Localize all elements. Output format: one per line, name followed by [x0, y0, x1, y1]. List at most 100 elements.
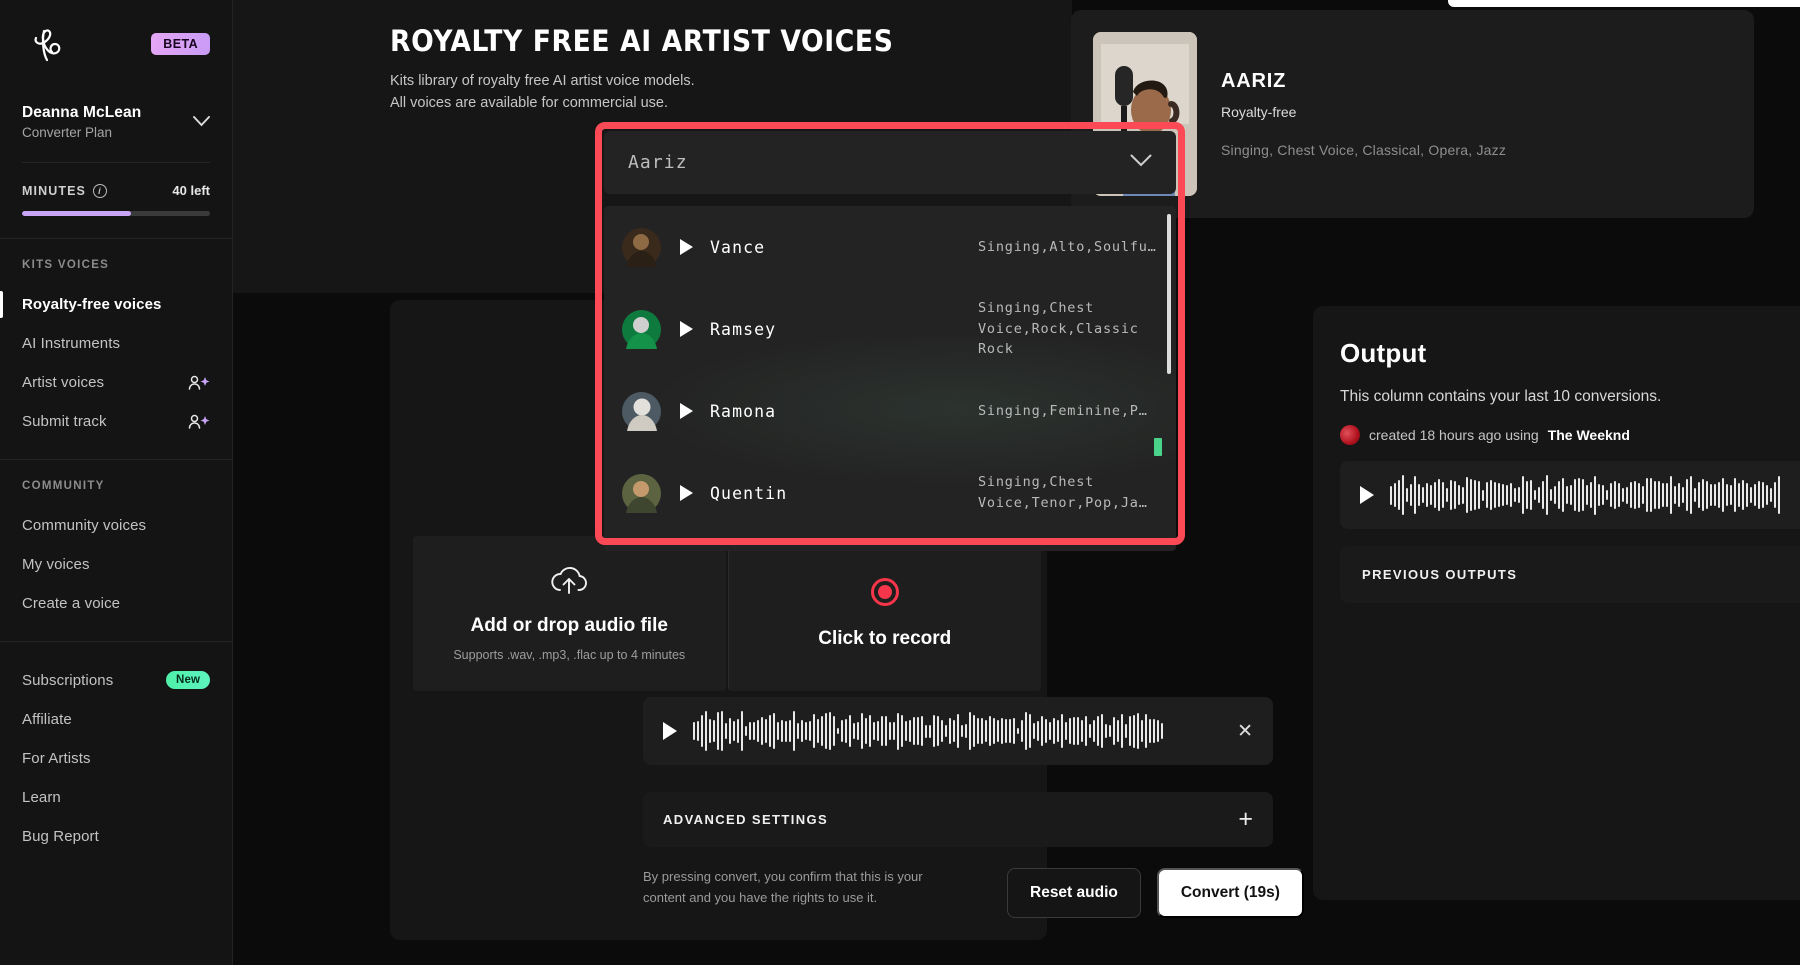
list-item[interactable]: Quentin Singing,Chest Voice,Tenor,Pop,Ja… [604, 452, 1176, 534]
voice-tags: Singing,Alto,Soulfu… [978, 238, 1157, 255]
record-circle-icon [870, 577, 899, 606]
voice-name: Vance [710, 237, 766, 257]
sidebar-item-royalty-free-voices[interactable]: Royalty-free voices [0, 285, 210, 324]
avatar [1340, 425, 1360, 445]
sidebar-item-ai-instruments[interactable]: AI Instruments [22, 324, 210, 363]
output-entry-prefix: created 18 hours ago using [1369, 427, 1539, 443]
kits-logo[interactable] [22, 22, 74, 74]
record-title: Click to record [818, 627, 952, 649]
beta-badge: BETA [151, 33, 210, 55]
sidebar-item-create-a-voice[interactable]: Create a voice [22, 584, 210, 623]
avatar [622, 391, 661, 431]
upload-dropzone[interactable]: Add or drop audio file Supports .wav, .m… [413, 536, 726, 691]
sidebar-item-label: Learn [22, 789, 61, 806]
info-icon[interactable]: i [92, 183, 107, 198]
advanced-settings-label: ADVANCED SETTINGS [663, 812, 829, 827]
sidebar-item-subscriptions[interactable]: Subscriptions New [22, 660, 210, 700]
dropdown-scrollbar[interactable] [1167, 214, 1171, 374]
list-item[interactable]: Ramona Singing,Feminine,P… [604, 370, 1176, 452]
advanced-settings-row[interactable]: ADVANCED SETTINGS + [643, 792, 1273, 847]
page-title: ROYALTY FREE AI ARTIST VOICES [390, 24, 894, 58]
play-icon[interactable] [663, 722, 677, 740]
voice-tags: Singing,Chest Voice,Rock,Classic Rock [978, 299, 1139, 358]
play-icon[interactable] [680, 485, 693, 501]
avatar [622, 473, 661, 513]
output-subtitle: This column contains your last 10 conver… [1340, 388, 1662, 405]
section-title-kits-voices: KITS VOICES [22, 259, 110, 271]
sidebar-item-label: Submit track [22, 413, 107, 430]
input-audio-player[interactable]: ✕ [643, 697, 1273, 765]
sidebar-item-artist-voices[interactable]: Artist voices [22, 363, 210, 402]
divider [0, 459, 232, 460]
sidebar-item-label: Community voices [22, 517, 147, 534]
voice-name: Quentin [710, 483, 788, 503]
sidebar-nav-account: Subscriptions New Affiliate For Artists … [0, 642, 232, 856]
section-title-community: COMMUNITY [22, 480, 105, 492]
output-audio-player[interactable] [1340, 461, 1800, 529]
cloud-upload-icon [550, 566, 588, 601]
list-item[interactable]: Ramsey Singing,Chest Voice,Rock,Classic … [604, 288, 1176, 370]
play-icon[interactable] [680, 321, 693, 337]
chevron-down-icon[interactable] [1130, 154, 1152, 171]
upload-subtitle: Supports .wav, .mp3, .flac up to 4 minut… [453, 647, 686, 662]
voice-tags: Singing,Chest Voice,Tenor,Pop,Ja… [978, 474, 1148, 511]
page-subtitle-line1: Kits library of royalty free AI artist v… [390, 73, 695, 89]
sidebar-item-bug-report[interactable]: Bug Report [22, 817, 210, 856]
artist-tags: Singing, Chest Voice, Classical, Opera, … [1221, 142, 1507, 158]
play-icon[interactable] [1360, 486, 1374, 504]
artist-license: Royalty-free [1221, 104, 1297, 120]
page-subtitle: Kits library of royalty free AI artist v… [390, 70, 695, 115]
input-waveform[interactable] [693, 710, 1221, 752]
avatar [622, 227, 661, 267]
list-item[interactable]: Vance Singing,Alto,Soulfu… [604, 206, 1176, 288]
person-sparkle-icon [188, 414, 210, 430]
minutes-progress-fill [22, 211, 132, 216]
reset-audio-button[interactable]: Reset audio [1007, 868, 1141, 918]
output-title: Output [1340, 338, 1427, 368]
status-badge [1154, 438, 1162, 456]
upload-title: Add or drop audio file [470, 614, 668, 636]
artist-name: AARIZ [1221, 70, 1287, 92]
new-badge: New [166, 671, 210, 689]
play-icon[interactable] [680, 239, 693, 255]
sidebar-item-label: My voices [22, 556, 90, 573]
sidebar-item-label: For Artists [22, 750, 91, 767]
avatar [622, 309, 661, 349]
record-button[interactable]: Click to record [727, 536, 1041, 691]
converter-actions: Reset audio Convert (19s) [1007, 868, 1304, 918]
voice-dropdown-list[interactable]: Vance Singing,Alto,Soulfu… Ramsey Singin… [604, 206, 1176, 551]
sidebar-item-for-artists[interactable]: For Artists [22, 739, 210, 778]
voice-name: Ramsey [710, 319, 777, 339]
previous-outputs-label: PREVIOUS OUTPUTS [1362, 567, 1518, 582]
sidebar-nav: KITS VOICES Royalty-free voices AI Instr… [0, 259, 232, 441]
sidebar-item-label: Royalty-free voices [22, 296, 162, 313]
minutes-remaining: 40 left [172, 183, 210, 198]
output-waveform[interactable] [1390, 474, 1800, 516]
voice-dropdown-trigger[interactable]: Aariz [604, 131, 1176, 194]
play-icon[interactable] [680, 403, 693, 419]
convert-button[interactable]: Convert (19s) [1156, 868, 1304, 918]
sidebar-item-submit-track[interactable]: Submit track [22, 402, 210, 441]
previous-outputs-row[interactable]: PREVIOUS OUTPUTS + [1340, 546, 1800, 603]
window-notch [1448, 0, 1800, 7]
divider [0, 238, 232, 239]
sidebar-item-label: Create a voice [22, 595, 121, 612]
output-entry-meta: created 18 hours ago using The Weeknd [1340, 425, 1800, 445]
voice-dropdown[interactable]: Aariz Vance Singing,Alto,Soulfu… Ramsey … [604, 131, 1176, 551]
sidebar-item-label: Affiliate [22, 711, 72, 728]
main-content: ROYALTY FREE AI ARTIST VOICES Kits libra… [233, 0, 1800, 965]
person-sparkle-icon [188, 375, 210, 391]
sidebar-item-my-voices[interactable]: My voices [22, 545, 210, 584]
sidebar-item-label: Bug Report [22, 828, 99, 845]
voice-dropdown-value: Aariz [628, 152, 688, 173]
minutes-progress-track [22, 211, 210, 216]
account-switcher[interactable]: Deanna McLean Converter Plan [22, 104, 210, 140]
sidebar-item-affiliate[interactable]: Affiliate [22, 700, 210, 739]
sidebar-item-label: Artist voices [22, 374, 105, 391]
chevron-down-icon[interactable] [193, 115, 210, 129]
page-subtitle-line2: All voices are available for commercial … [390, 95, 669, 112]
close-icon[interactable]: ✕ [1237, 722, 1253, 741]
plus-icon[interactable]: + [1238, 807, 1253, 832]
sidebar-item-learn[interactable]: Learn [22, 778, 210, 817]
sidebar-item-community-voices[interactable]: Community voices [22, 506, 210, 545]
